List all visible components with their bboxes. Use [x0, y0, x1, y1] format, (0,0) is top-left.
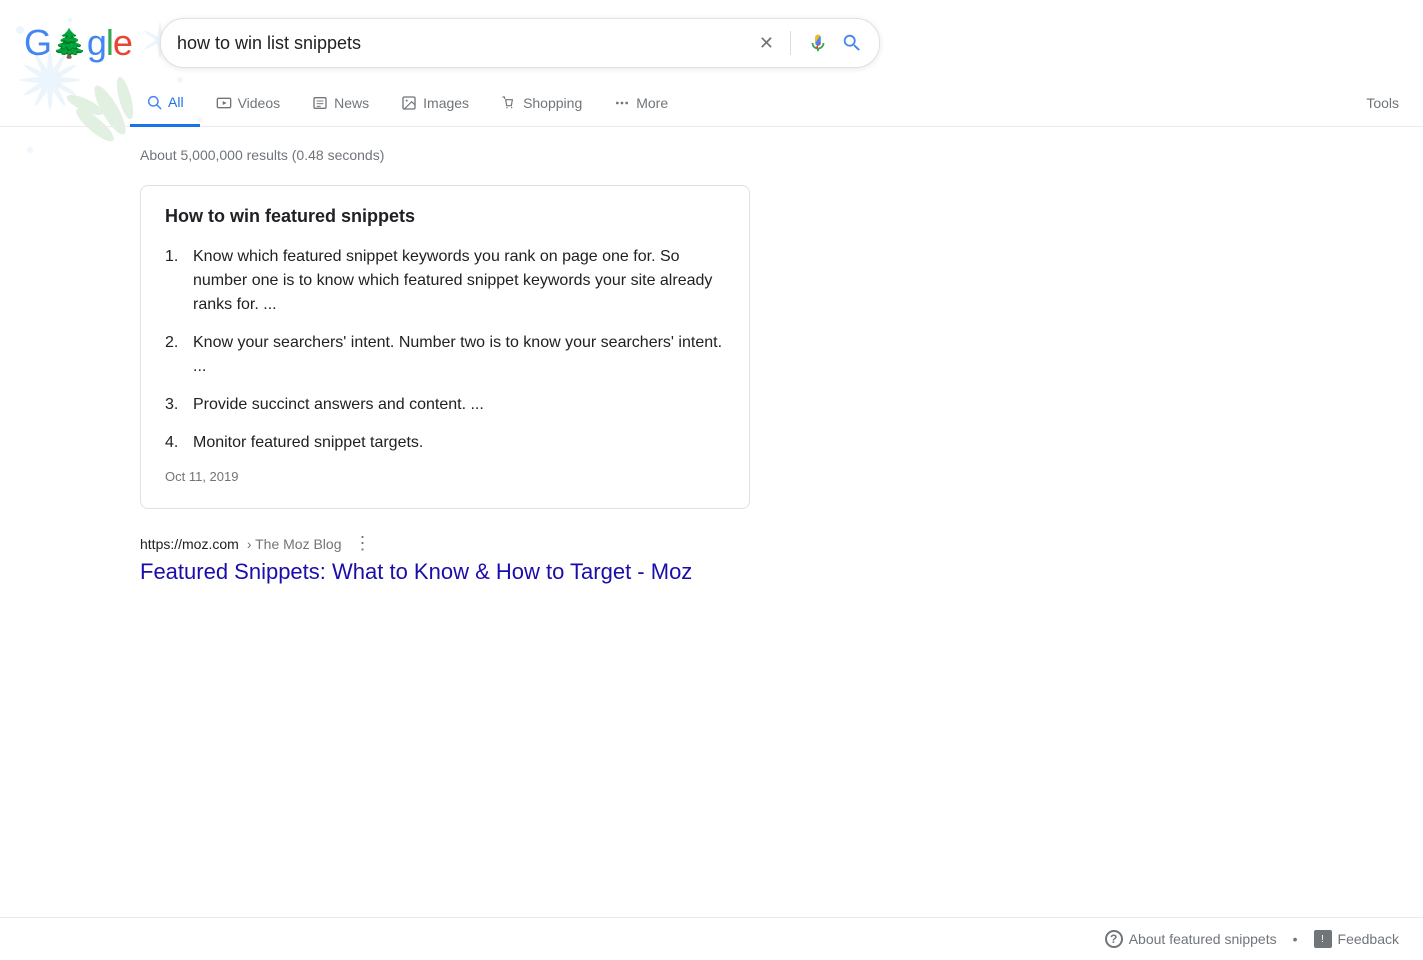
header: G 🌲 g l e ✕	[0, 0, 1423, 80]
news-icon	[312, 95, 328, 111]
search-input[interactable]	[177, 33, 759, 54]
list-item: 1. Know which featured snippet keywords …	[165, 245, 725, 317]
shopping-icon	[501, 95, 517, 111]
tab-more[interactable]: More	[598, 81, 684, 125]
logo-letter-e: e	[113, 22, 132, 64]
logo-letter-g: G	[24, 22, 51, 64]
tab-shopping[interactable]: Shopping	[485, 81, 598, 125]
item-number-1: 1.	[165, 245, 185, 269]
search-result: https://moz.com › The Moz Blog ⋮ Feature…	[140, 533, 750, 587]
tab-videos-label: Videos	[238, 95, 281, 111]
item-number-2: 2.	[165, 331, 185, 355]
result-title[interactable]: Featured Snippets: What to Know & How to…	[140, 558, 750, 587]
tab-shopping-label: Shopping	[523, 95, 582, 111]
about-snippets-label: About featured snippets	[1129, 931, 1277, 947]
item-text-3: Provide succinct answers and content. ..…	[193, 393, 484, 417]
feedback-link[interactable]: ! Feedback	[1314, 930, 1399, 948]
item-text-4: Monitor featured snippet targets.	[193, 431, 423, 455]
results-count: About 5,000,000 results (0.48 seconds)	[140, 147, 750, 163]
mic-icon[interactable]	[807, 32, 829, 54]
item-number-4: 4.	[165, 431, 185, 455]
tab-news-label: News	[334, 95, 369, 111]
snippet-title: How to win featured snippets	[165, 206, 725, 227]
search-icons: ✕	[759, 31, 863, 55]
feedback-icon: !	[1314, 930, 1332, 948]
featured-snippet: How to win featured snippets 1. Know whi…	[140, 185, 750, 509]
logo-letter-g2: g	[87, 22, 106, 64]
nav-tabs: All Videos News	[0, 80, 1423, 127]
result-url: https://moz.com	[140, 536, 239, 552]
item-text-2: Know your searchers' intent. Number two …	[193, 331, 725, 379]
search-divider	[790, 31, 791, 55]
google-logo[interactable]: G 🌲 g l e	[24, 22, 132, 64]
item-text-1: Know which featured snippet keywords you…	[193, 245, 725, 317]
tab-videos[interactable]: Videos	[200, 81, 297, 125]
images-icon	[401, 95, 417, 111]
clear-icon[interactable]: ✕	[759, 33, 774, 54]
tab-news[interactable]: News	[296, 81, 385, 125]
tab-all-label: All	[168, 94, 184, 110]
logo-letter-l: l	[106, 22, 113, 64]
list-item: 3. Provide succinct answers and content.…	[165, 393, 725, 417]
search-bar-wrapper: ✕	[160, 18, 880, 68]
result-breadcrumb: › The Moz Blog	[247, 536, 342, 552]
tab-all[interactable]: All	[130, 80, 200, 127]
videos-icon	[216, 95, 232, 111]
snippet-list: 1. Know which featured snippet keywords …	[165, 245, 725, 455]
about-snippets-link[interactable]: ? About featured snippets	[1105, 930, 1277, 948]
item-number-3: 3.	[165, 393, 185, 417]
bottom-bar: ? About featured snippets • ! Feedback	[0, 917, 1423, 960]
main-content: About 5,000,000 results (0.48 seconds) H…	[0, 127, 750, 611]
tab-tools[interactable]: Tools	[1350, 81, 1423, 125]
search-bar: ✕	[160, 18, 880, 68]
result-url-row: https://moz.com › The Moz Blog ⋮	[140, 533, 750, 554]
logo-pinecone: 🌲	[52, 27, 86, 60]
tools-label: Tools	[1366, 95, 1399, 111]
search-button-icon[interactable]	[841, 32, 863, 54]
result-more-icon[interactable]: ⋮	[353, 533, 371, 554]
about-snippets-icon: ?	[1105, 930, 1123, 948]
more-icon	[614, 95, 630, 111]
feedback-label: Feedback	[1338, 931, 1399, 947]
tab-images[interactable]: Images	[385, 81, 485, 125]
snippet-date: Oct 11, 2019	[165, 469, 725, 484]
list-item: 2. Know your searchers' intent. Number t…	[165, 331, 725, 379]
all-icon	[146, 94, 162, 110]
tab-more-label: More	[636, 95, 668, 111]
list-item: 4. Monitor featured snippet targets.	[165, 431, 725, 455]
bottom-dot: •	[1293, 931, 1298, 947]
tab-images-label: Images	[423, 95, 469, 111]
